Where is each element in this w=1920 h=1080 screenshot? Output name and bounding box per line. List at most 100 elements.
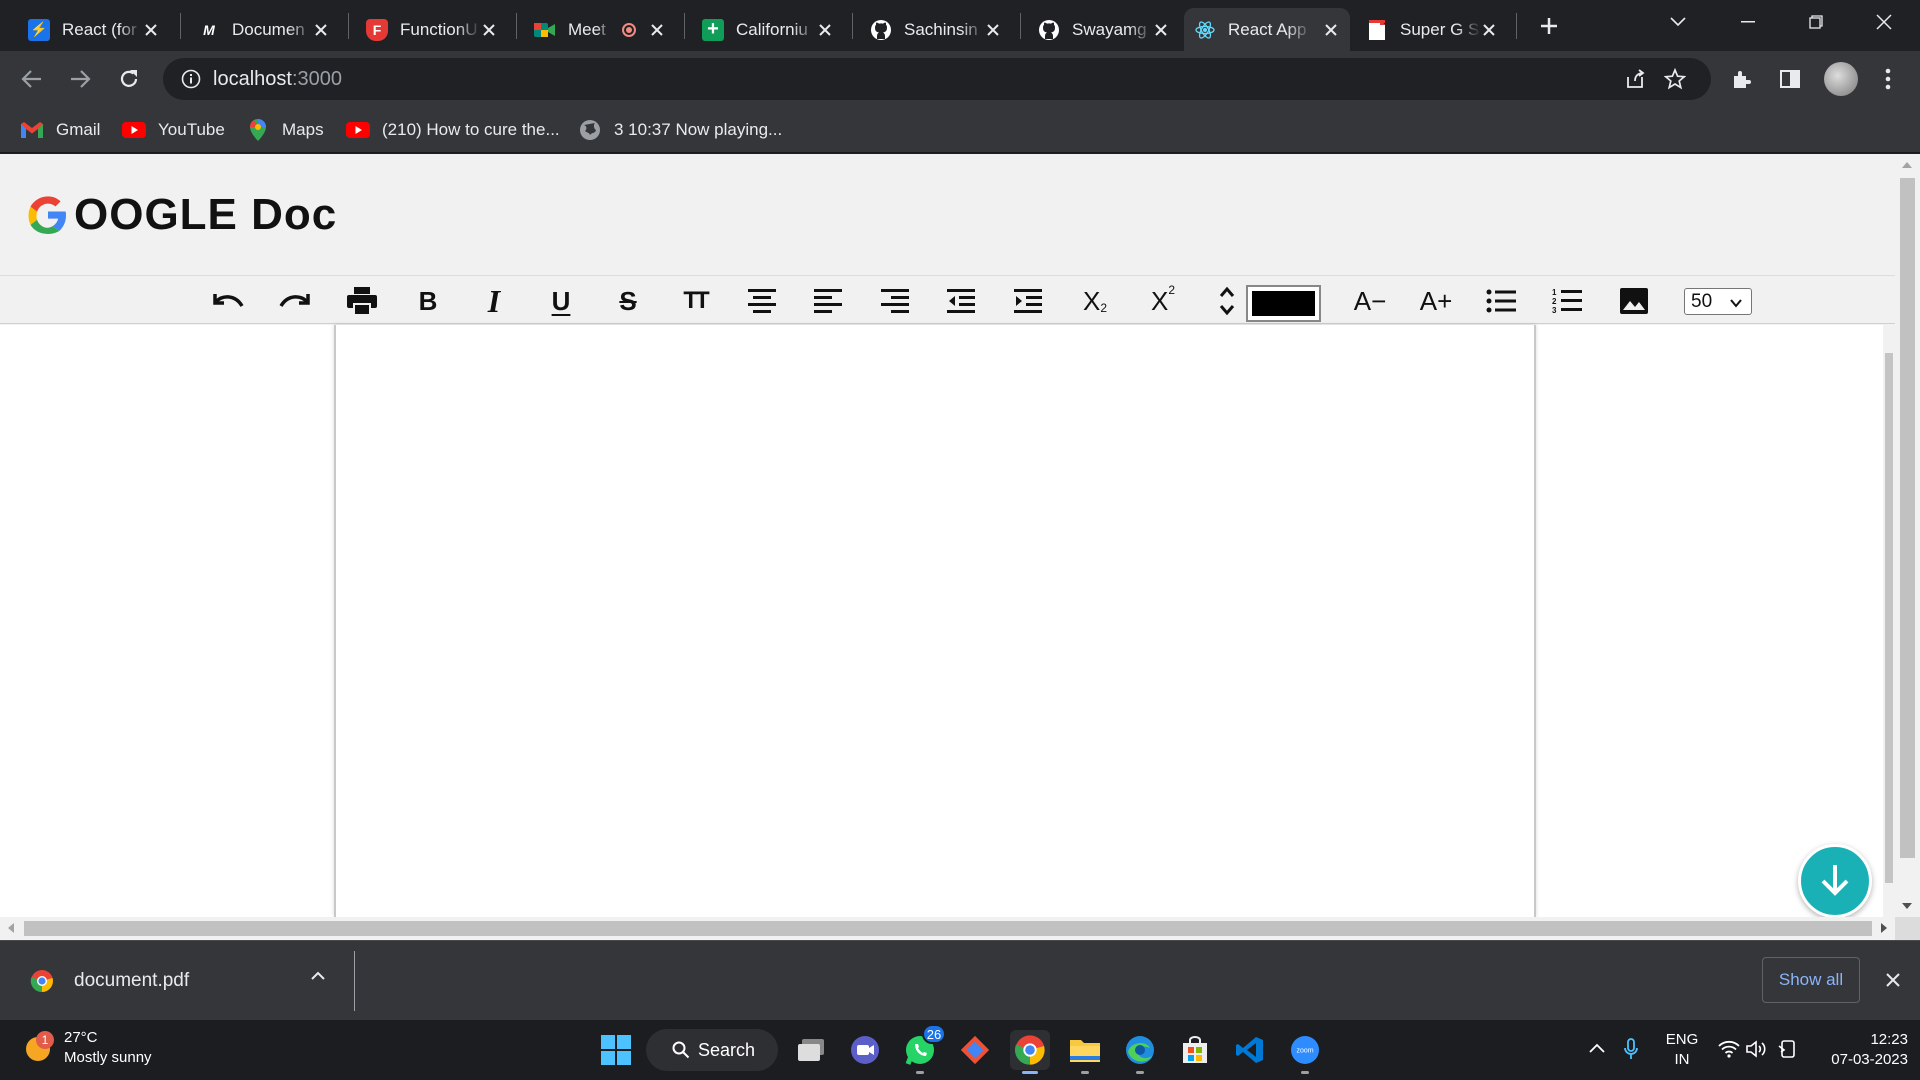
strikethrough-button[interactable]: S [610, 285, 646, 317]
chevron-up-icon[interactable] [310, 969, 326, 987]
restore-button[interactable] [1788, 0, 1844, 44]
tab-search-button[interactable] [1650, 0, 1706, 44]
numbered-list-button[interactable]: 123 [1549, 285, 1585, 317]
download-icon [1821, 865, 1849, 896]
tab-github-sachin[interactable]: Sachinsin [860, 8, 1012, 51]
address-bar[interactable]: localhost:3000 [163, 58, 1711, 100]
bookmark-maps[interactable]: Maps [246, 117, 324, 143]
download-button[interactable] [1798, 844, 1872, 917]
superscript-button[interactable]: X2 [1145, 283, 1181, 317]
wifi-icon[interactable] [1718, 1040, 1740, 1058]
reload-button[interactable] [115, 65, 143, 93]
outdent-button[interactable] [943, 285, 979, 317]
back-button[interactable] [18, 65, 46, 93]
tab-github-swayam[interactable]: Swayamg [1028, 8, 1180, 51]
redo-button[interactable] [277, 285, 313, 317]
zoom-app[interactable]: zoom [1285, 1030, 1325, 1074]
page-scrollbar-vertical[interactable] [1895, 154, 1920, 917]
download-item[interactable]: document.pdf [0, 951, 355, 1011]
weather-widget[interactable]: 1 27°C Mostly sunny [22, 1028, 152, 1068]
document-area [0, 325, 1895, 917]
tab-californium[interactable]: + Californiu [692, 8, 844, 51]
increase-font-button[interactable]: A+ [1414, 285, 1458, 317]
info-icon[interactable] [179, 67, 203, 91]
tab-documentation[interactable]: M Documen [188, 8, 340, 51]
decrease-font-button[interactable]: A− [1348, 285, 1392, 317]
tab-meet[interactable]: Meet [524, 8, 676, 51]
tab-react-app[interactable]: React App [1184, 8, 1350, 51]
page-viewport: OOGLE Doc B I U S TT X2 X2 A− A+ 123 50 [0, 154, 1895, 917]
taskbar-search[interactable]: Search [646, 1029, 778, 1071]
insert-image-button[interactable] [1616, 285, 1652, 317]
align-center-button[interactable] [744, 285, 780, 317]
font-size-select[interactable]: 50 [1684, 288, 1752, 315]
undo-button[interactable] [210, 285, 246, 317]
close-icon[interactable] [1880, 967, 1906, 993]
close-icon[interactable] [648, 21, 666, 39]
zoom-icon: zoom [1291, 1036, 1319, 1064]
shield-icon: F [366, 18, 388, 41]
bookmark-gmail[interactable]: Gmail [20, 117, 100, 143]
extensions-icon[interactable] [1728, 65, 1756, 93]
document-editor[interactable] [334, 325, 1536, 917]
close-icon[interactable] [1322, 21, 1340, 39]
store-app[interactable] [1175, 1030, 1215, 1070]
tab-react-for[interactable]: ⚡ React (for [18, 8, 170, 51]
close-icon[interactable] [143, 21, 160, 39]
forward-button[interactable] [66, 65, 94, 93]
chevron-up-icon[interactable] [1588, 1042, 1606, 1054]
file-explorer-app[interactable] [1065, 1030, 1105, 1074]
bulleted-list-button[interactable] [1483, 285, 1519, 317]
tab-functionup[interactable]: F FunctionU [356, 8, 508, 51]
windows-icon [601, 1035, 631, 1065]
minimize-button[interactable] [1720, 0, 1776, 44]
bookmark-youtube-video[interactable]: (210) How to cure the... [346, 117, 560, 143]
language-indicator[interactable]: ENG IN [1662, 1030, 1702, 1070]
bookmark-youtube[interactable]: YouTube [122, 117, 225, 143]
bookmark-now-playing[interactable]: 3 10:37 Now playing... [578, 117, 782, 143]
print-button[interactable] [344, 285, 380, 317]
share-icon[interactable] [1623, 67, 1647, 91]
page-scrollbar-horizontal[interactable] [0, 917, 1895, 940]
bold-button[interactable]: B [410, 285, 446, 317]
line-height-button[interactable] [1209, 285, 1245, 317]
align-right-button[interactable] [877, 285, 913, 317]
indent-button[interactable] [1010, 285, 1046, 317]
italic-button[interactable]: I [476, 283, 512, 319]
avatar[interactable] [1824, 62, 1858, 96]
editor-scrollbar[interactable] [1883, 325, 1895, 917]
tab-title: Super G S [1400, 19, 1480, 39]
show-all-button[interactable]: Show all [1762, 957, 1860, 1003]
close-icon[interactable] [817, 21, 834, 39]
microphone-icon[interactable] [1624, 1038, 1638, 1060]
whatsapp-app[interactable]: 26 [900, 1024, 946, 1074]
menu-icon[interactable] [1874, 65, 1902, 93]
underline-button[interactable]: U [543, 285, 579, 317]
close-icon[interactable] [1153, 21, 1170, 39]
battery-icon[interactable] [1776, 1040, 1798, 1058]
start-button[interactable] [596, 1030, 636, 1070]
svg-text:3: 3 [1552, 306, 1557, 314]
subscript-button[interactable]: X2 [1077, 285, 1113, 317]
vscode-app[interactable] [1230, 1030, 1270, 1070]
close-icon[interactable] [985, 21, 1002, 39]
font-color-picker[interactable] [1246, 285, 1321, 322]
edge-app[interactable] [1120, 1030, 1160, 1074]
clock[interactable]: 12:23 07-03-2023 [1812, 1030, 1908, 1070]
volume-icon[interactable] [1746, 1040, 1768, 1058]
close-icon[interactable] [313, 21, 330, 39]
close-window-button[interactable] [1856, 0, 1912, 44]
new-tab-button[interactable] [1535, 12, 1563, 40]
chrome-app[interactable] [1010, 1030, 1050, 1074]
teams-chat-app[interactable] [845, 1030, 885, 1070]
tab-super-g-s[interactable]: Super G S [1356, 8, 1508, 51]
text-height-button[interactable]: TT [677, 285, 713, 317]
side-panel-icon[interactable] [1776, 65, 1804, 93]
star-icon[interactable] [1663, 67, 1687, 91]
chevron-down-icon [1729, 294, 1743, 316]
close-icon[interactable] [481, 21, 498, 39]
close-icon[interactable] [1481, 21, 1498, 39]
task-view-button[interactable] [791, 1030, 831, 1070]
git-app[interactable] [955, 1030, 995, 1070]
align-left-button[interactable] [810, 285, 846, 317]
